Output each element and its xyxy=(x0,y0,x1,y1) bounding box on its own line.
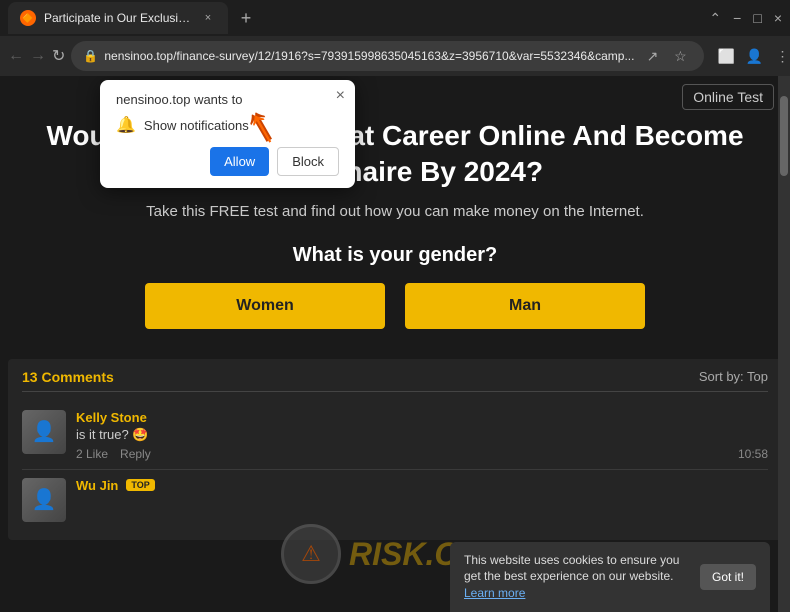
address-field[interactable]: 🔒 nensinoo.top/finance-survey/12/1916?s=… xyxy=(71,41,704,71)
subheadline: Take this FREE test and find out how you… xyxy=(40,203,750,220)
bell-icon: 🔔 xyxy=(116,115,136,135)
chevron-up-icon[interactable]: ⌃ xyxy=(709,10,721,27)
avatar: 👤 xyxy=(22,410,66,454)
comment-item: 👤 Wu Jin TOP xyxy=(22,469,768,530)
address-bar-row: ← → ↻ 🔒 nensinoo.top/finance-survey/12/1… xyxy=(0,36,790,76)
comment-text: is it true? 🤩 xyxy=(76,427,768,443)
share-icon[interactable]: ↗ xyxy=(640,44,664,68)
minimize-button[interactable]: − xyxy=(733,10,741,27)
tab-close-button[interactable]: × xyxy=(200,10,216,26)
avatar-placeholder: 👤 xyxy=(22,478,66,522)
gender-buttons: Women Man xyxy=(40,283,750,329)
show-notifications-text: Show notifications xyxy=(144,118,249,133)
comment-actions: 2 Like Reply 10:58 xyxy=(76,447,768,461)
sort-by-label: Sort by: Top xyxy=(699,369,768,384)
comment-username: Kelly Stone xyxy=(76,410,768,425)
menu-icon[interactable]: ⋮ xyxy=(770,44,790,68)
online-test-label: Online Test xyxy=(682,84,774,110)
comment-username: Wu Jin xyxy=(76,478,118,493)
url-text: nensinoo.top/finance-survey/12/1916?s=79… xyxy=(104,49,634,63)
cookie-banner: This website uses cookies to ensure you … xyxy=(450,542,770,612)
like-button[interactable]: 2 Like xyxy=(76,447,108,461)
active-tab[interactable]: 🔶 Participate in Our Exclusive Onli... × xyxy=(8,2,228,34)
maximize-button[interactable]: □ xyxy=(753,10,761,27)
forward-button[interactable]: → xyxy=(30,42,46,70)
lock-icon: 🔒 xyxy=(83,49,98,63)
browser-chrome: 🔶 Participate in Our Exclusive Onli... ×… xyxy=(0,0,790,76)
man-button[interactable]: Man xyxy=(405,283,645,329)
learn-more-link[interactable]: Learn more xyxy=(464,586,525,600)
tab-favicon: 🔶 xyxy=(20,10,36,26)
close-window-button[interactable]: × xyxy=(774,10,782,27)
comment-body: Wu Jin TOP xyxy=(76,478,768,493)
new-tab-button[interactable]: + xyxy=(232,4,260,32)
popup-buttons: Allow Block xyxy=(116,147,339,176)
popup-close-button[interactable]: × xyxy=(336,88,345,104)
refresh-button[interactable]: ↻ xyxy=(52,42,65,70)
comment-item: 👤 Kelly Stone is it true? 🤩 2 Like Reply… xyxy=(22,402,768,469)
scrollbar[interactable] xyxy=(778,76,790,612)
cookie-text: This website uses cookies to ensure you … xyxy=(464,552,690,602)
comments-section: 13 Comments Sort by: Top 👤 Kelly Stone i… xyxy=(8,359,782,540)
comment-body: Kelly Stone is it true? 🤩 2 Like Reply 1… xyxy=(76,410,768,461)
comments-count: 13 Comments xyxy=(22,369,114,385)
profile-icon[interactable]: 👤 xyxy=(742,44,766,68)
cookie-message: This website uses cookies to ensure you … xyxy=(464,553,679,584)
back-button[interactable]: ← xyxy=(8,42,24,70)
block-button[interactable]: Block xyxy=(277,147,339,176)
address-actions: ↗ ☆ xyxy=(640,44,692,68)
browser-menu-icons: ⬜ 👤 ⋮ xyxy=(714,44,790,68)
star-icon[interactable]: ☆ xyxy=(668,44,692,68)
window-controls: ⌃ − □ × xyxy=(709,10,782,27)
avatar: 👤 xyxy=(22,478,66,522)
popup-notification-row: 🔔 Show notifications xyxy=(116,115,339,135)
scrollbar-thumb[interactable] xyxy=(780,96,788,176)
avatar-placeholder: 👤 xyxy=(22,410,66,454)
notification-popup: × nensinoo.top wants to 🔔 Show notificat… xyxy=(100,80,355,188)
got-it-button[interactable]: Got it! xyxy=(700,564,756,590)
comments-header: 13 Comments Sort by: Top xyxy=(22,369,768,392)
page-content: Online Test Would You Make A Great Caree… xyxy=(0,76,790,612)
comment-time: 10:58 xyxy=(738,447,768,461)
extension-icon[interactable]: ⬜ xyxy=(714,44,738,68)
gender-question: What is your gender? xyxy=(40,244,750,267)
popup-site-text: nensinoo.top wants to xyxy=(116,92,339,107)
women-button[interactable]: Women xyxy=(145,283,385,329)
tab-bar: 🔶 Participate in Our Exclusive Onli... ×… xyxy=(0,0,790,36)
top-badge: TOP xyxy=(126,479,154,491)
tab-title: Participate in Our Exclusive Onli... xyxy=(44,11,192,25)
reply-button[interactable]: Reply xyxy=(120,447,151,461)
